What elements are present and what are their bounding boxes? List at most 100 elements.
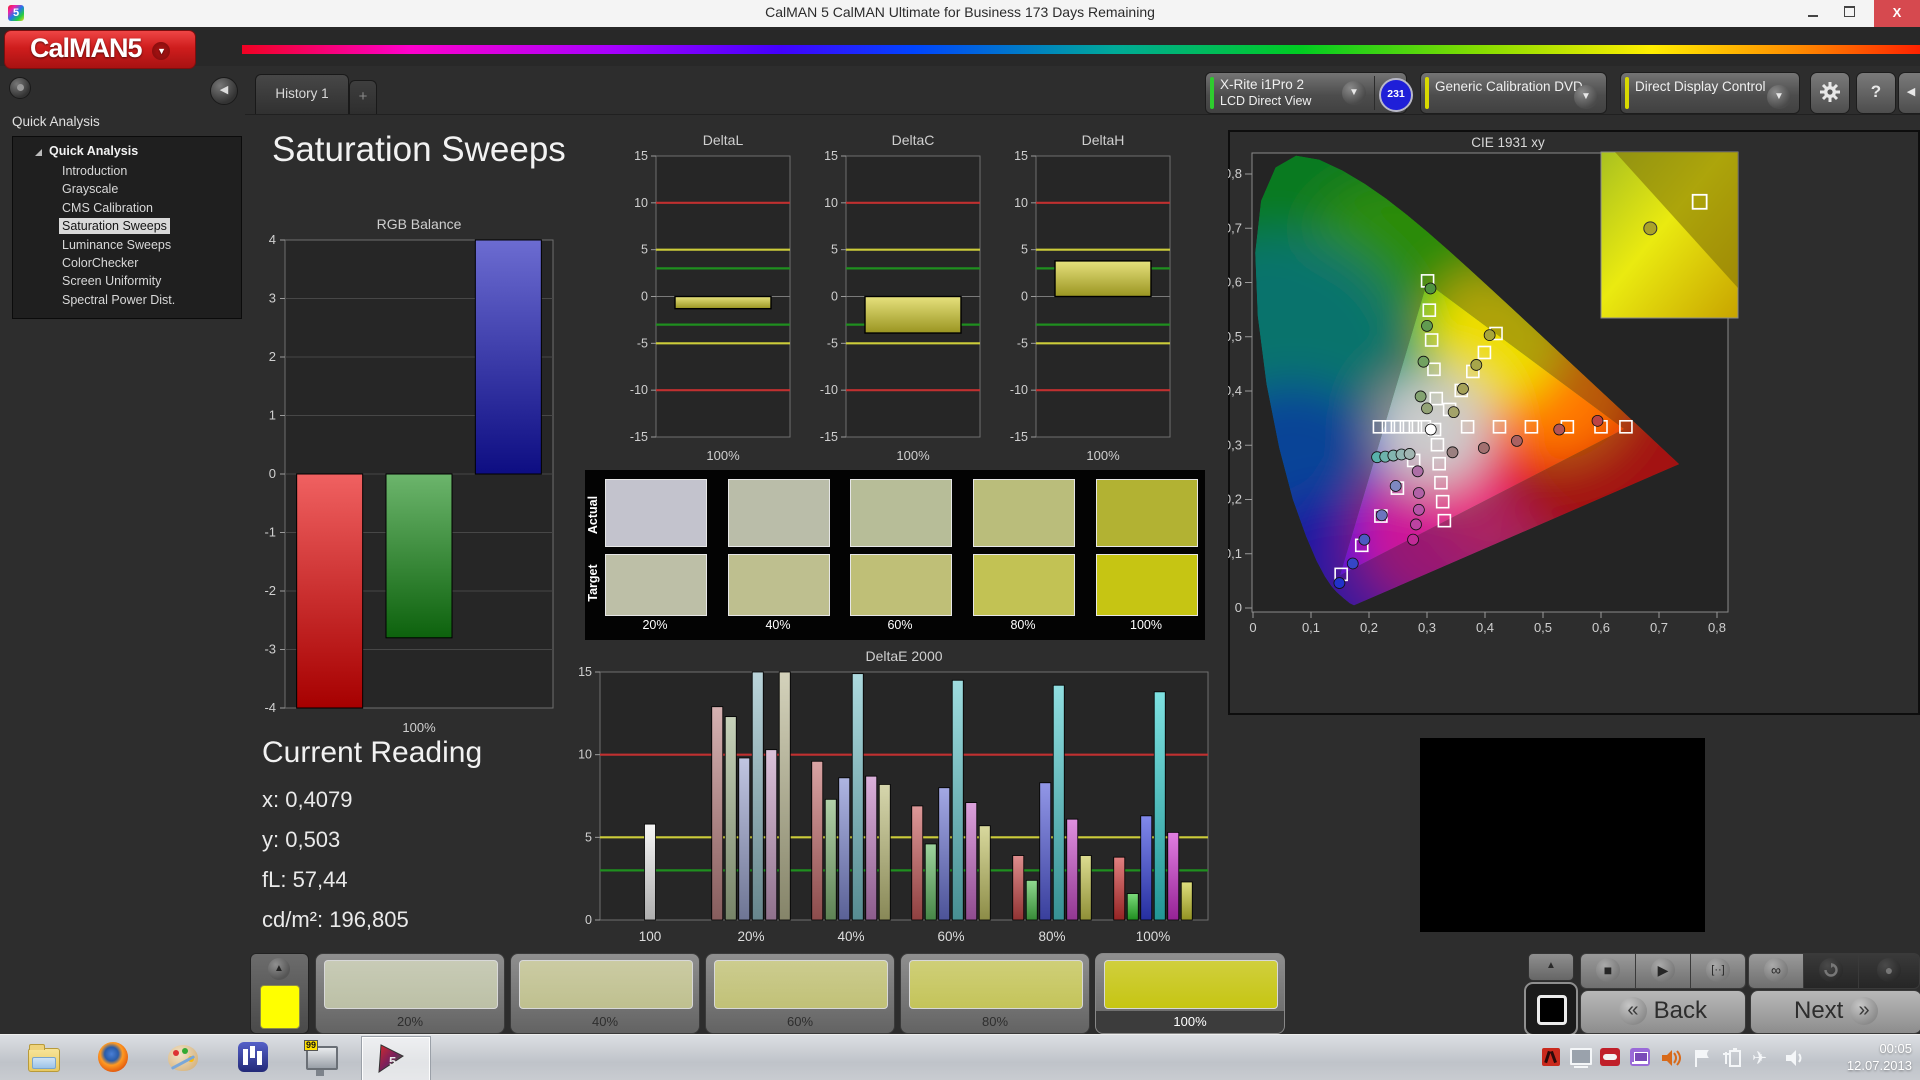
pattern-button-40%[interactable]: 40% [510,953,700,1034]
svg-text:0: 0 [585,913,592,927]
tree-expand-icon[interactable] [35,149,42,156]
calman-logo-button[interactable]: CalMAN5 ▼ [4,30,196,69]
svg-text:-2: -2 [264,583,276,598]
tray-volume-mixer-icon[interactable] [1660,1048,1680,1068]
restore-button[interactable] [1832,0,1866,27]
swatch-col-label: 40% [728,618,828,632]
delta-c-chart: DeltaC151050-5-10-15100% [800,128,990,472]
target-swatch-100% [1096,554,1198,616]
pattern-button-60%[interactable]: 60% [705,953,895,1034]
meter-dropdown[interactable]: X-Rite i1Pro 2 LCD Direct View ▼ 231 [1205,72,1407,114]
current-reading: Current Reading x: 0,4079y: 0,503fL: 57,… [262,736,582,940]
source-dropdown[interactable]: Generic Calibration DVD ▼ [1420,72,1607,114]
svg-text:-10: -10 [1010,383,1028,397]
loop-button[interactable]: ∞ [1748,953,1804,989]
svg-text:5: 5 [389,1054,396,1069]
svg-text:-5: -5 [827,336,838,350]
sidebar-item-luminance-sweeps[interactable]: Luminance Sweeps [59,237,174,253]
stop-icon [1537,995,1567,1025]
sidebar-item-grayscale[interactable]: Grayscale [59,181,121,197]
meter-name: X-Rite i1Pro 2 [1220,77,1304,92]
taskbar: 99 5 [0,1034,1920,1080]
panel-collapse-icon[interactable]: ◀ [1898,72,1920,114]
transport-up-button[interactable]: ▲ [1528,953,1574,981]
single-pattern-button[interactable]: [··] [1690,953,1746,989]
svg-text:0,7: 0,7 [1650,620,1668,635]
tray-app-icon[interactable] [1542,1048,1562,1068]
sidebar-item-saturation-sweeps[interactable]: Saturation Sweeps [59,218,170,234]
tray-airplane-icon[interactable]: ✈ [1752,1048,1772,1068]
quick-pattern-swatch[interactable] [260,985,300,1029]
meter-status-accent [1210,77,1214,109]
stop-button[interactable]: ■ [1580,953,1636,989]
svg-text:0,1: 0,1 [1228,546,1242,561]
sidebar-item-colorchecker[interactable]: ColorChecker [59,255,141,271]
pattern-label: 100% [1096,1011,1284,1033]
meter-count-badge[interactable]: 231 [1379,78,1413,112]
sidebar-item-cms-calibration[interactable]: CMS Calibration [59,200,156,216]
tab-history-1[interactable]: History 1 [255,74,349,115]
tray-car-icon[interactable] [1600,1048,1620,1068]
display-label: Direct Display Control [1635,79,1766,94]
tray-power-icon[interactable] [1722,1048,1742,1068]
svg-text:0,8: 0,8 [1228,166,1242,181]
display-control-dropdown[interactable]: Direct Display Control ▼ [1620,72,1800,114]
sidebar-item-introduction[interactable]: Introduction [59,163,130,179]
pattern-button-20%[interactable]: 20% [315,953,505,1034]
close-button[interactable]: X [1874,0,1920,27]
paint-icon[interactable] [168,1042,200,1074]
record-button[interactable]: ● [1858,953,1920,989]
tree-root[interactable]: Quick Analysis [49,144,138,158]
tray-volume-icon[interactable] [1784,1048,1804,1068]
next-button[interactable]: Next » [1750,990,1920,1034]
sidebar-collapse-button[interactable]: ◀ [210,77,238,105]
sidebar-item-spectral-power-dist-[interactable]: Spectral Power Dist. [59,292,178,308]
resume-button[interactable] [1803,953,1859,989]
tray-display-icon[interactable] [1570,1048,1590,1068]
logo-brand: CalMAN [30,33,128,63]
hwinfo-icon[interactable] [238,1042,270,1074]
back-button[interactable]: « Back [1580,990,1746,1034]
svg-text:15: 15 [578,665,592,679]
svg-text:DeltaE 2000: DeltaE 2000 [865,648,942,664]
sidebar-item-screen-uniformity[interactable]: Screen Uniformity [59,273,164,289]
infinity-icon: ∞ [1764,958,1788,982]
firefox-icon[interactable] [98,1042,130,1074]
target-swatch-20% [605,554,707,616]
minimize-button[interactable] [1796,0,1830,27]
rainbow-stripe [242,45,1920,54]
single-pattern-icon: [··] [1706,958,1730,982]
chevron-down-icon: ▼ [1574,85,1598,109]
svg-text:0,1: 0,1 [1302,620,1320,635]
stop-pattern-button[interactable] [1524,982,1578,1036]
taskbar-calman-active[interactable]: 5 [362,1037,430,1080]
settings-button[interactable] [1810,72,1850,114]
pattern-button-100%[interactable]: 100% [1095,953,1285,1034]
svg-text:100%: 100% [1136,929,1171,944]
logo-dropdown-icon: ▼ [152,42,170,60]
current-reading-value: x: 0,4079 [262,780,582,820]
svg-text:-3: -3 [264,642,276,657]
up-arrow-icon[interactable]: ▲ [268,958,290,980]
back-label: Back [1654,997,1707,1024]
target-swatch-80% [973,554,1075,616]
pattern-button-80%[interactable]: 80% [900,953,1090,1034]
tray-action-center-icon[interactable] [1692,1048,1712,1068]
pattern-label: 20% [316,1011,504,1033]
svg-text:0,2: 0,2 [1228,492,1242,507]
svg-text:-15: -15 [630,430,648,444]
taskbar-clock[interactable]: 00:05 12.07.2013 [1847,1040,1912,1074]
svg-text:10: 10 [824,196,838,210]
play-button[interactable]: ▶ [1635,953,1691,989]
svg-text:80%: 80% [1038,929,1065,944]
tab-add-button[interactable]: + [349,80,377,114]
svg-text:10: 10 [1014,196,1028,210]
svg-text:0: 0 [641,290,648,304]
tray-laptop-icon[interactable] [1630,1048,1650,1068]
file-explorer-icon[interactable] [28,1042,60,1074]
meter-mode: LCD Direct View [1220,94,1311,108]
current-reading-value: fL: 57,44 [262,860,582,900]
display-tool-icon[interactable]: 99 [306,1042,338,1074]
sidebar-options-button[interactable] [9,77,31,99]
help-button[interactable]: ? [1856,72,1896,114]
